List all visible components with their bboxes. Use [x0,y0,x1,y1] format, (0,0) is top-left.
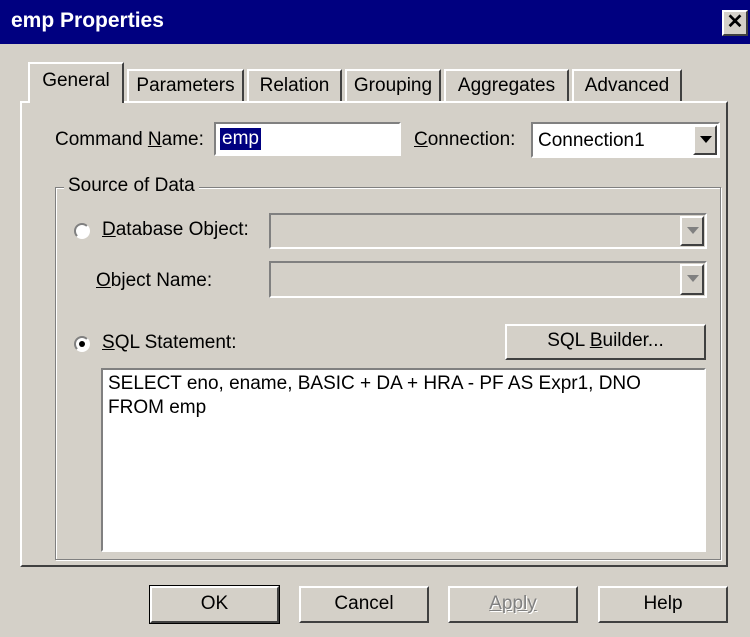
sql-statement-textarea[interactable]: SELECT eno, ename, BASIC + DA + HRA - PF… [101,368,706,552]
tab-general-label: General [42,70,110,91]
tab-parameters[interactable]: Parameters [127,69,244,101]
database-object-label: Database Object: [102,219,249,240]
dropdown-arrow-icon [680,264,704,295]
connection-label: Connection: [414,129,516,150]
tab-aggregates[interactable]: Aggregates [444,69,569,101]
tab-grouping-label: Grouping [353,75,433,96]
sql-builder-button[interactable]: SQL Builder... [505,324,706,360]
tab-grouping[interactable]: Grouping [345,69,441,101]
connection-value: Connection1 [538,130,645,151]
dropdown-arrow-icon[interactable] [693,125,717,155]
tab-relation-label: Relation [259,75,330,96]
title-bar: emp Properties ✕ [0,0,750,44]
tab-general[interactable]: General [28,62,124,103]
sql-statement-radio[interactable] [74,336,90,352]
command-name-label: Command Name: [55,129,204,150]
command-name-value: emp [220,128,261,150]
close-icon: ✕ [726,11,744,33]
window-title: emp Properties [11,9,164,32]
tab-parameters-label: Parameters [136,75,235,96]
tab-aggregates-label: Aggregates [457,75,556,96]
cancel-button[interactable]: Cancel [299,586,429,623]
sql-statement-label: SQL Statement: [102,332,237,353]
object-name-select[interactable] [269,261,707,298]
source-of-data-title: Source of Data [64,175,199,197]
tab-relation[interactable]: Relation [247,69,342,101]
tab-advanced[interactable]: Advanced [572,69,682,101]
tab-advanced-label: Advanced [584,75,670,96]
database-object-radio[interactable] [74,223,90,239]
apply-button[interactable]: Apply [448,586,578,623]
connection-select[interactable]: Connection1 [531,122,720,158]
object-name-label: Object Name: [96,270,213,291]
command-name-input[interactable]: emp [214,122,401,156]
dropdown-arrow-icon [680,216,704,246]
close-button[interactable]: ✕ [722,10,748,36]
help-button[interactable]: Help [598,586,728,623]
ok-button[interactable]: OK [149,585,280,624]
database-object-select[interactable] [269,213,707,249]
